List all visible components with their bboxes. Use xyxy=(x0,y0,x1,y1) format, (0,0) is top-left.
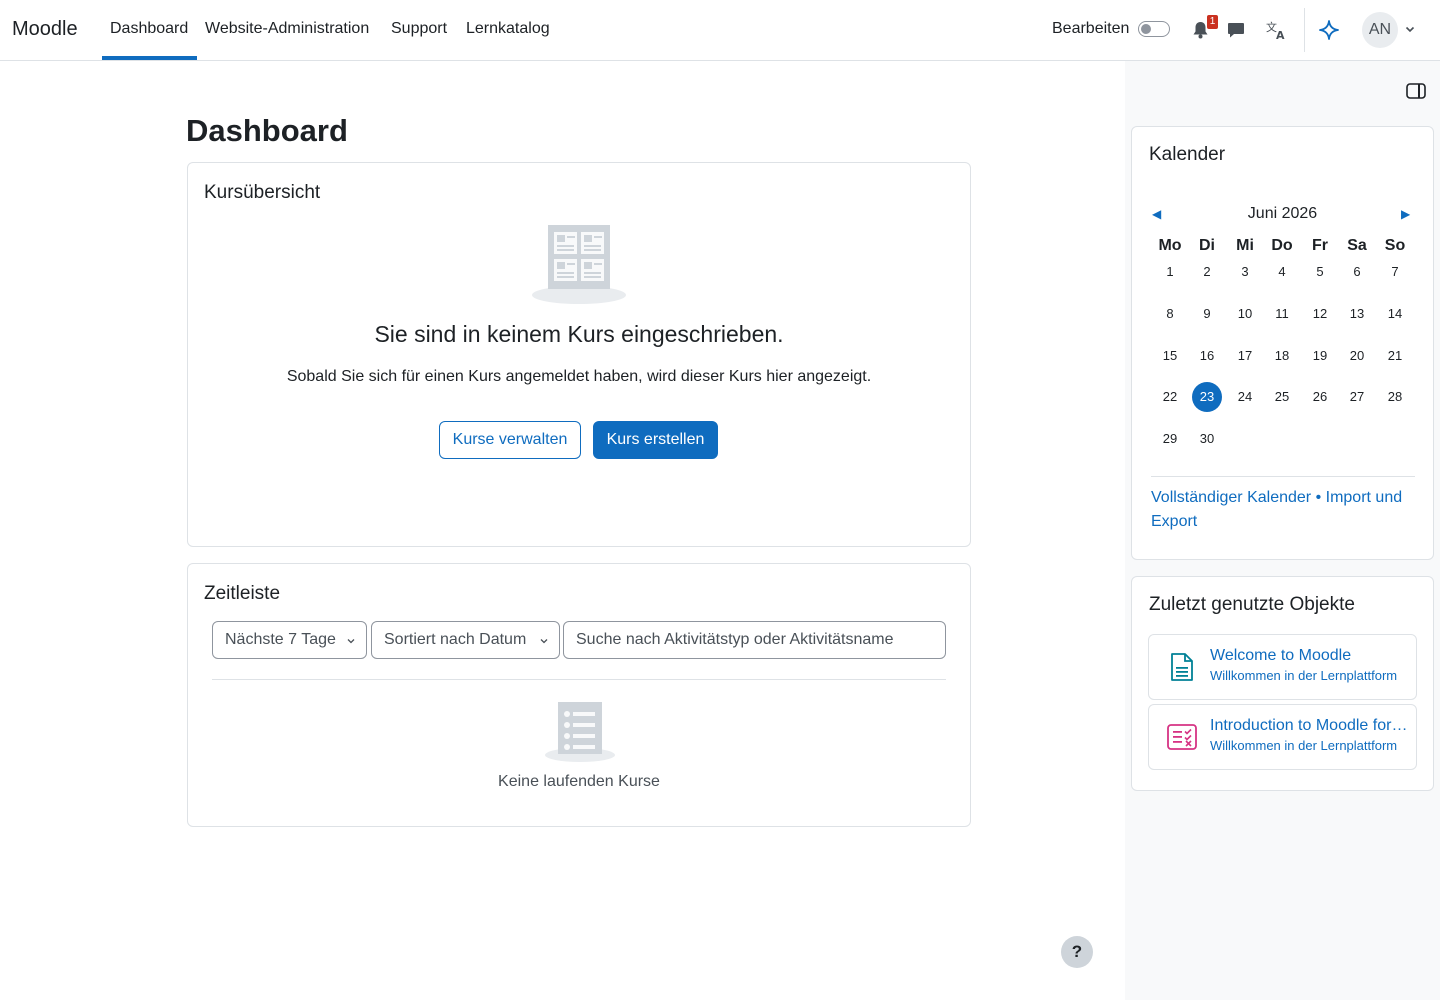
calendar-divider xyxy=(1151,476,1415,477)
calendar-day[interactable]: 16 xyxy=(1192,341,1222,371)
calendar-day[interactable]: 17 xyxy=(1230,341,1260,371)
calendar-weekday: Mo xyxy=(1158,237,1182,254)
recent-item-subtitle: Willkommen in der Lernplattform xyxy=(1210,668,1398,683)
page-title: Dashboard xyxy=(186,113,348,148)
calendar-day[interactable]: 14 xyxy=(1380,299,1410,329)
calendar-links: Vollständiger Kalender • Import und Expo… xyxy=(1151,486,1421,534)
user-avatar[interactable]: AN xyxy=(1362,12,1398,48)
calendar-day[interactable]: 11 xyxy=(1267,299,1297,329)
calendar-prev-icon[interactable]: ◀ xyxy=(1152,207,1161,221)
timeline-sort-value: Sortiert nach Datum xyxy=(384,631,527,648)
calendar-day[interactable]: 15 xyxy=(1155,341,1185,371)
calendar-weekday: Fr xyxy=(1312,237,1328,254)
help-button[interactable]: ? xyxy=(1061,936,1093,968)
recent-item[interactable]: Introduction to Moodle for learners Will… xyxy=(1148,704,1417,770)
calendar-day[interactable]: 30 xyxy=(1192,424,1222,454)
recent-item-subtitle: Willkommen in der Lernplattform xyxy=(1210,738,1398,753)
recent-item-title[interactable]: Introduction to Moodle for learners xyxy=(1210,717,1410,735)
timeline-empty-illustration xyxy=(544,701,616,768)
calendar-day[interactable]: 18 xyxy=(1267,341,1297,371)
timeline-divider xyxy=(212,679,946,680)
calendar-day[interactable]: 1 xyxy=(1155,257,1185,287)
calendar-day[interactable]: 6 xyxy=(1342,257,1372,287)
calendar-day[interactable]: 9 xyxy=(1192,299,1222,329)
site-brand[interactable]: Moodle xyxy=(12,18,78,41)
calendar-weekday: So xyxy=(1384,237,1406,254)
nav-item-lernkatalog[interactable]: Lernkatalog xyxy=(466,20,550,38)
calendar-day[interactable]: 8 xyxy=(1155,299,1185,329)
calendar-day[interactable]: 29 xyxy=(1155,424,1185,454)
nav-item-support[interactable]: Support xyxy=(391,20,447,38)
recent-item-title[interactable]: Welcome to Moodle xyxy=(1210,647,1410,665)
nav-item-dashboard[interactable]: Dashboard xyxy=(110,20,188,38)
calendar-day[interactable]: 12 xyxy=(1305,299,1335,329)
calendar-day[interactable]: 26 xyxy=(1305,382,1335,412)
calendar-day[interactable]: 19 xyxy=(1305,341,1335,371)
courses-empty-illustration xyxy=(530,223,628,310)
timeline-block: Zeitleiste Nächste 7 Tage Sortiert nach … xyxy=(187,563,971,827)
calendar-day[interactable]: 5 xyxy=(1305,257,1335,287)
chevron-down-icon xyxy=(539,633,549,651)
calendar-day-today[interactable]: 23 xyxy=(1192,382,1222,412)
chat-icon[interactable] xyxy=(1224,18,1248,42)
timeline-sort-select[interactable]: Sortiert nach Datum xyxy=(371,621,560,659)
courses-empty-text: Sobald Sie sich für einen Kurs angemelde… xyxy=(286,368,872,385)
calendar-day[interactable]: 24 xyxy=(1230,382,1260,412)
svg-text:A: A xyxy=(1276,29,1285,40)
recent-items-title: Zuletzt genutzte Objekte xyxy=(1149,594,1355,615)
nav-active-indicator xyxy=(102,56,197,60)
recent-item[interactable]: Welcome to Moodle Willkommen in der Lern… xyxy=(1148,634,1417,700)
chevron-down-icon xyxy=(346,633,356,651)
edit-mode-label: Bearbeiten xyxy=(1052,20,1130,37)
sparkle-icon[interactable] xyxy=(1317,18,1341,42)
calendar-day[interactable]: 22 xyxy=(1155,382,1185,412)
calendar-weekday: Do xyxy=(1271,237,1293,254)
assignment-icon xyxy=(1165,720,1199,754)
calendar-day[interactable]: 13 xyxy=(1342,299,1372,329)
create-course-button[interactable]: Kurs erstellen xyxy=(593,421,718,459)
calendar-month: Juni 2026 xyxy=(1247,205,1318,222)
calendar-day[interactable]: 3 xyxy=(1230,257,1260,287)
calendar-weekday: Sa xyxy=(1347,237,1367,254)
calendar-title: Kalender xyxy=(1149,144,1226,165)
link-separator: • xyxy=(1315,489,1322,506)
close-drawer-icon[interactable] xyxy=(1406,82,1426,105)
calendar-weekday: Mi xyxy=(1236,237,1254,254)
calendar-day[interactable]: 28 xyxy=(1380,382,1410,412)
calendar-day[interactable]: 25 xyxy=(1267,382,1297,412)
course-overview-title: Kursübersicht xyxy=(204,182,321,203)
manage-courses-button[interactable]: Kurse verwalten xyxy=(439,421,581,459)
full-calendar-link[interactable]: Vollständiger Kalender xyxy=(1151,489,1311,506)
calendar-day[interactable]: 7 xyxy=(1380,257,1410,287)
calendar-day[interactable]: 10 xyxy=(1230,299,1260,329)
timeline-day-filter-value: Nächste 7 Tage xyxy=(225,631,336,648)
calendar-weekday: Di xyxy=(1199,237,1215,254)
edit-mode-toggle[interactable] xyxy=(1138,21,1170,37)
calendar-day[interactable]: 27 xyxy=(1342,382,1372,412)
timeline-day-filter[interactable]: Nächste 7 Tage xyxy=(212,621,367,659)
calendar-day[interactable]: 2 xyxy=(1192,257,1222,287)
chevron-down-icon[interactable] xyxy=(1404,22,1416,40)
calendar-day[interactable]: 4 xyxy=(1267,257,1297,287)
top-navbar: Moodle Dashboard Website-Administration … xyxy=(0,0,1440,61)
timeline-search-input[interactable] xyxy=(563,621,946,659)
courses-empty-heading: Sie sind in keinem Kurs eingeschrieben. xyxy=(374,321,784,347)
page-icon xyxy=(1165,650,1199,684)
calendar-day[interactable]: 20 xyxy=(1342,341,1372,371)
nav-item-site-admin[interactable]: Website-Administration xyxy=(205,20,369,38)
calendar-day[interactable]: 21 xyxy=(1380,341,1410,371)
course-overview-block: Kursübersicht Sie sind in keinem Kurs ei… xyxy=(187,162,971,547)
translate-icon[interactable]: 文A xyxy=(1265,18,1289,42)
notification-badge: 1 xyxy=(1207,15,1218,29)
nav-divider xyxy=(1304,8,1305,52)
calendar-next-icon[interactable]: ▶ xyxy=(1401,207,1410,221)
timeline-empty-text: Keine laufenden Kurse xyxy=(498,773,660,790)
timeline-title: Zeitleiste xyxy=(204,583,281,604)
